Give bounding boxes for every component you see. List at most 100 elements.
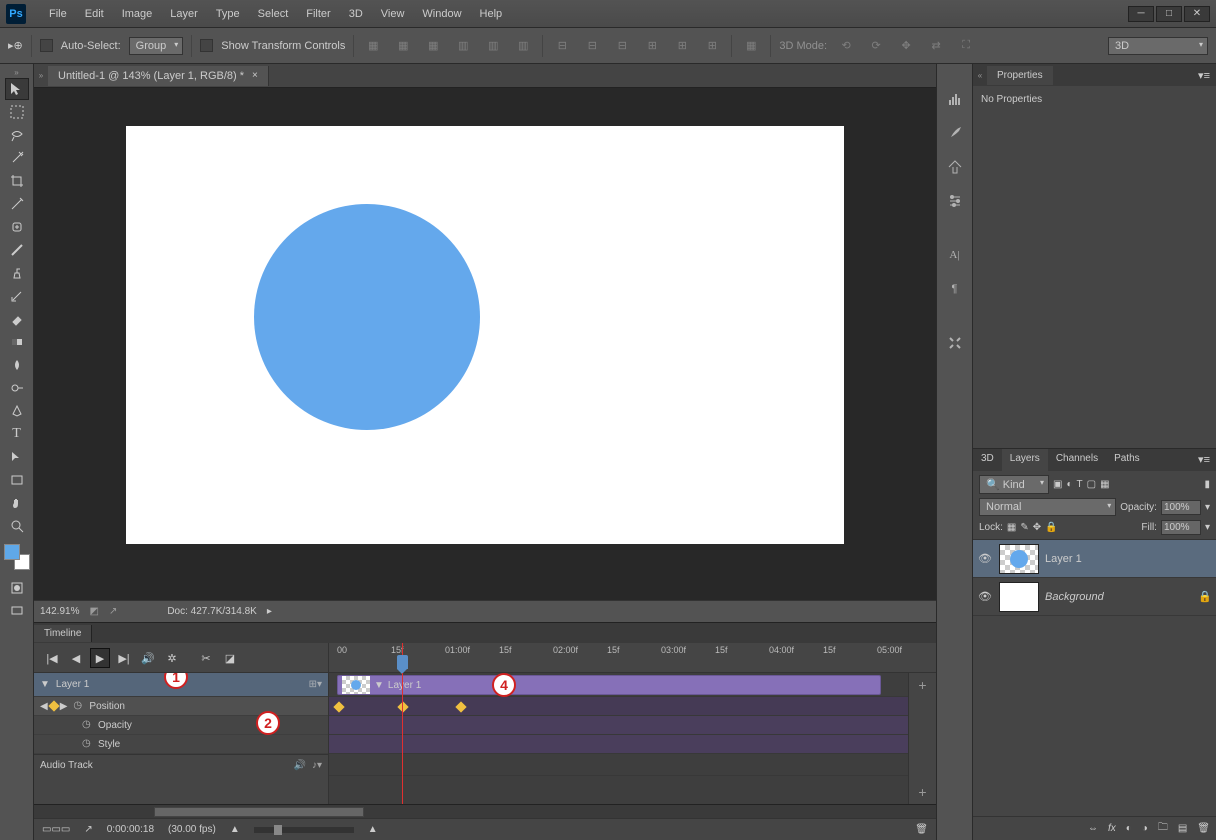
tab-close-icon[interactable]: × [252,70,258,81]
move-tool[interactable] [5,78,29,100]
type-tool[interactable]: T [5,423,29,445]
layer-filter-kind[interactable]: 🔍 Kind [979,475,1049,494]
adjustment-layer-icon[interactable]: ◑ [1142,823,1148,834]
keyframe[interactable] [455,701,466,712]
stopwatch-icon[interactable]: ◷ [82,738,94,750]
go-to-first-frame-button[interactable]: |◀ [42,648,62,668]
render-button[interactable]: ↗ [84,824,92,835]
timeline-trash-icon[interactable]: 🗑 [915,824,928,835]
filter-type-icon[interactable]: T [1077,479,1083,490]
distribute-top-icon[interactable]: ⊟ [551,35,573,57]
zoom-out-icon[interactable]: ▲ [230,824,240,835]
auto-align-icon[interactable]: ▦ [740,35,762,57]
filter-smart-icon[interactable]: ▦ [1100,479,1109,490]
eraser-tool[interactable] [5,308,29,330]
menu-window[interactable]: Window [413,4,470,24]
align-top-icon[interactable]: ▦ [362,35,384,57]
lock-all-icon[interactable]: 🔒 [1045,522,1057,533]
frame-animation-toggle[interactable]: ▭▭▭ [42,824,70,835]
menu-help[interactable]: Help [471,4,512,24]
canvas[interactable] [126,126,844,544]
distribute-vcenter-icon[interactable]: ⊟ [581,35,603,57]
layer-fx-icon[interactable]: fx [1108,823,1116,834]
orbit-3d-icon[interactable]: ⟲ [835,35,857,57]
opacity-flyout-icon[interactable]: ▾ [1205,502,1210,513]
save-progress-icon[interactable]: ↗ [109,606,117,617]
history-brush-tool[interactable] [5,285,29,307]
menu-view[interactable]: View [372,4,414,24]
layer-thumbnail[interactable] [999,582,1039,612]
tab-expand-handle[interactable]: » [34,71,48,80]
next-frame-button[interactable]: ▶| [114,648,134,668]
lasso-tool[interactable] [5,124,29,146]
add-audio-track-button[interactable]: + [918,780,926,804]
zoom-in-icon[interactable]: ▲ [368,824,378,835]
chevron-down-icon[interactable]: ▼ [40,679,50,690]
fill-input[interactable]: 100% [1161,520,1201,535]
timeline-property-style[interactable]: ◷ Style [34,735,328,754]
layer-row[interactable]: 👁 Layer 1 [973,540,1216,578]
dodge-tool[interactable] [5,377,29,399]
layers-tab-paths[interactable]: Paths [1106,449,1148,471]
maximize-button[interactable]: □ [1156,6,1182,22]
zoom-tool[interactable] [5,515,29,537]
current-time[interactable]: 0:00:00:18 [107,824,154,835]
properties-menu-icon[interactable]: ▾≡ [1198,69,1216,82]
close-button[interactable]: ✕ [1184,6,1210,22]
link-layers-icon[interactable]: ⇔ [1088,823,1098,834]
timeline-property-position[interactable]: ◀▶ ◷ Position [34,697,328,716]
keyframe[interactable] [397,701,408,712]
timeline-audio-track[interactable]: Audio Track 🔊 ♪▾ [34,754,328,776]
auto-select-dropdown[interactable]: Group [129,37,184,55]
gradient-tool[interactable] [5,331,29,353]
layer-group-icon[interactable]: 🗀 [1158,820,1168,837]
layers-tab-3d[interactable]: 3D [973,449,1002,471]
layer-name[interactable]: Background [1045,591,1104,603]
transform-controls-checkbox[interactable] [200,39,213,52]
filter-adjust-icon[interactable]: ◐ [1066,479,1072,490]
blend-mode-dropdown[interactable]: Normal [979,498,1116,516]
frame-rate[interactable]: (30.00 fps) [168,824,216,835]
layers-tab-channels[interactable]: Channels [1048,449,1106,471]
audio-options-icon[interactable]: ♪▾ [312,760,322,771]
pen-tool[interactable] [5,400,29,422]
fill-flyout-icon[interactable]: ▾ [1205,522,1210,533]
keyframe[interactable] [333,701,344,712]
next-keyframe-icon[interactable]: ▶ [60,701,68,712]
menu-file[interactable]: File [40,4,76,24]
visibility-icon[interactable]: 👁 [977,552,993,565]
timeline-property-opacity[interactable]: ◷ Opacity [34,716,328,735]
settings-button[interactable]: ✲ [162,648,182,668]
pan-3d-icon[interactable]: ✥ [895,35,917,57]
distribute-hcenter-icon[interactable]: ⊞ [671,35,693,57]
align-left-icon[interactable]: ▥ [452,35,474,57]
document-tab[interactable]: Untitled-1 @ 143% (Layer 1, RGB/8) * × [48,66,269,86]
magic-wand-tool[interactable] [5,147,29,169]
brush-tool[interactable] [5,239,29,261]
align-vcenter-icon[interactable]: ▦ [392,35,414,57]
new-layer-icon[interactable]: ▤ [1178,823,1187,834]
distribute-right-icon[interactable]: ⊞ [701,35,723,57]
stopwatch-icon[interactable]: ◷ [82,719,94,731]
healing-brush-tool[interactable] [5,216,29,238]
playhead-line[interactable] [402,673,403,804]
rectangle-tool[interactable] [5,469,29,491]
layer-name[interactable]: Layer 1 [1045,553,1082,565]
mute-button[interactable]: 🔊 [138,648,158,668]
lock-position-icon[interactable]: ✥ [1033,522,1041,533]
filter-shape-icon[interactable]: ▢ [1087,479,1096,490]
prev-keyframe-icon[interactable]: ◀ [40,701,48,712]
zoom-slider[interactable] [274,825,282,835]
menu-3d[interactable]: 3D [340,4,372,24]
properties-tab[interactable]: Properties [987,66,1053,85]
zoom-level[interactable]: 142.91% [40,606,79,617]
screen-mode-tool[interactable] [5,600,29,622]
clip-expand-icon[interactable]: ▼ [374,680,384,691]
menu-select[interactable]: Select [249,4,298,24]
marquee-tool[interactable] [5,101,29,123]
layer-row[interactable]: 👁 Background 🔒 [973,578,1216,616]
quick-mask-tool[interactable] [5,577,29,599]
properties-collapse-handle[interactable]: « [973,71,987,80]
prev-frame-button[interactable]: ◀ [66,648,86,668]
doc-size[interactable]: Doc: 427.7K/314.8K [167,606,257,617]
